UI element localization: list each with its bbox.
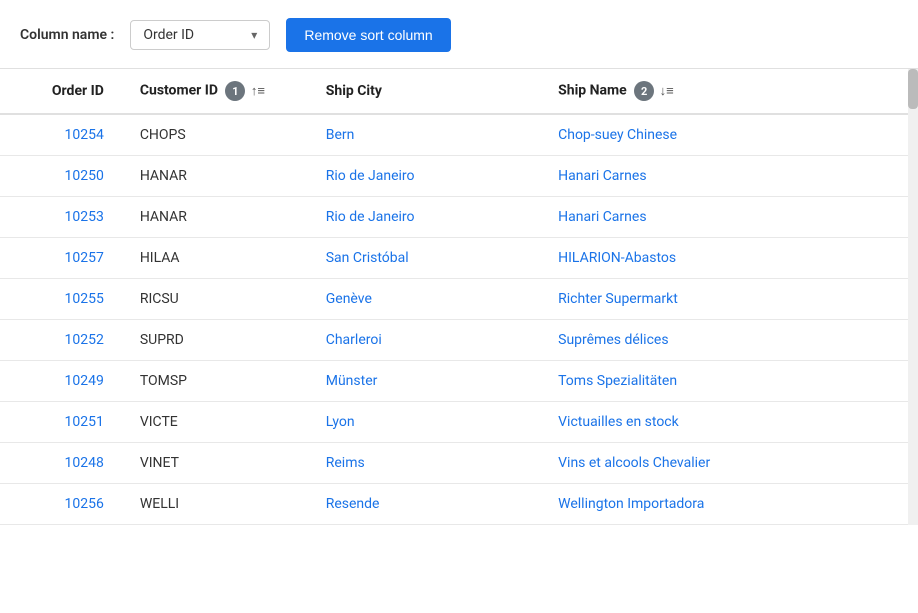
cell-ship-city: Rio de Janeiro	[314, 197, 546, 238]
table-row: 10253HANARRio de JaneiroHanari Carnes	[0, 197, 918, 238]
customer-id-sort-icon[interactable]: ↑≡	[251, 83, 265, 99]
cell-ship-name: Vins et alcools Chevalier	[546, 443, 918, 484]
cell-order-id: 10255	[0, 279, 128, 320]
cell-ship-name: Victuailles en stock	[546, 402, 918, 443]
table-row: 10249TOMSPMünsterToms Spezialitäten	[0, 361, 918, 402]
table-wrapper: Order ID Customer ID 1 ↑≡ Ship City Ship…	[0, 69, 918, 525]
table-row: 10256WELLIResendeWellington Importadora	[0, 484, 918, 525]
table-row: 10248VINETReimsVins et alcools Chevalier	[0, 443, 918, 484]
cell-ship-name: HILARION-Abastos	[546, 238, 918, 279]
column-header-customer-id: Customer ID 1 ↑≡	[128, 69, 314, 114]
cell-customer-id: VINET	[128, 443, 314, 484]
cell-customer-id: HANAR	[128, 197, 314, 238]
cell-order-id: 10252	[0, 320, 128, 361]
column-header-ship-name: Ship Name 2 ↓≡	[546, 69, 918, 114]
cell-ship-city: Münster	[314, 361, 546, 402]
chevron-down-icon: ▾	[251, 28, 257, 42]
cell-order-id: 10256	[0, 484, 128, 525]
dropdown-value: Order ID	[143, 27, 194, 43]
cell-order-id: 10250	[0, 156, 128, 197]
table-row: 10251VICTELyonVictuailles en stock	[0, 402, 918, 443]
column-header-order-id: Order ID	[0, 69, 128, 114]
scrollbar-thumb[interactable]	[908, 69, 918, 109]
cell-order-id: 10251	[0, 402, 128, 443]
cell-ship-city: Bern	[314, 114, 546, 156]
cell-order-id: 10254	[0, 114, 128, 156]
cell-ship-city: Reims	[314, 443, 546, 484]
scrollbar-track[interactable]	[908, 69, 918, 525]
cell-order-id: 10248	[0, 443, 128, 484]
cell-ship-city: Rio de Janeiro	[314, 156, 546, 197]
table-row: 10257HILAASan CristóbalHILARION-Abastos	[0, 238, 918, 279]
cell-ship-name: Suprêmes délices	[546, 320, 918, 361]
cell-ship-name: Richter Supermarkt	[546, 279, 918, 320]
cell-ship-name: Toms Spezialitäten	[546, 361, 918, 402]
ship-name-sort-badge: 2	[634, 81, 654, 101]
cell-customer-id: WELLI	[128, 484, 314, 525]
top-controls: Column name : Order ID ▾ Remove sort col…	[0, 0, 918, 68]
ship-name-sort-icon[interactable]: ↓≡	[660, 83, 674, 99]
cell-ship-city: San Cristóbal	[314, 238, 546, 279]
cell-ship-city: Charleroi	[314, 320, 546, 361]
data-table: Order ID Customer ID 1 ↑≡ Ship City Ship…	[0, 69, 918, 525]
cell-ship-city: Resende	[314, 484, 546, 525]
cell-ship-name: Chop-suey Chinese	[546, 114, 918, 156]
table-row: 10250HANARRio de JaneiroHanari Carnes	[0, 156, 918, 197]
cell-ship-name: Hanari Carnes	[546, 197, 918, 238]
cell-order-id: 10253	[0, 197, 128, 238]
cell-ship-city: Genève	[314, 279, 546, 320]
column-header-ship-city: Ship City	[314, 69, 546, 114]
cell-customer-id: SUPRD	[128, 320, 314, 361]
cell-order-id: 10249	[0, 361, 128, 402]
cell-ship-city: Lyon	[314, 402, 546, 443]
remove-sort-column-button[interactable]: Remove sort column	[286, 18, 450, 52]
customer-id-sort-badge: 1	[225, 81, 245, 101]
cell-ship-name: Wellington Importadora	[546, 484, 918, 525]
cell-customer-id: RICSU	[128, 279, 314, 320]
cell-customer-id: HILAA	[128, 238, 314, 279]
cell-customer-id: CHOPS	[128, 114, 314, 156]
cell-customer-id: TOMSP	[128, 361, 314, 402]
column-name-dropdown[interactable]: Order ID ▾	[130, 20, 270, 50]
cell-customer-id: HANAR	[128, 156, 314, 197]
cell-customer-id: VICTE	[128, 402, 314, 443]
table-row: 10255RICSUGenèveRichter Supermarkt	[0, 279, 918, 320]
table-row: 10254CHOPSBernChop-suey Chinese	[0, 114, 918, 156]
table-row: 10252SUPRDCharleroiSuprêmes délices	[0, 320, 918, 361]
cell-ship-name: Hanari Carnes	[546, 156, 918, 197]
table-header-row: Order ID Customer ID 1 ↑≡ Ship City Ship…	[0, 69, 918, 114]
column-name-label: Column name :	[20, 27, 114, 43]
cell-order-id: 10257	[0, 238, 128, 279]
